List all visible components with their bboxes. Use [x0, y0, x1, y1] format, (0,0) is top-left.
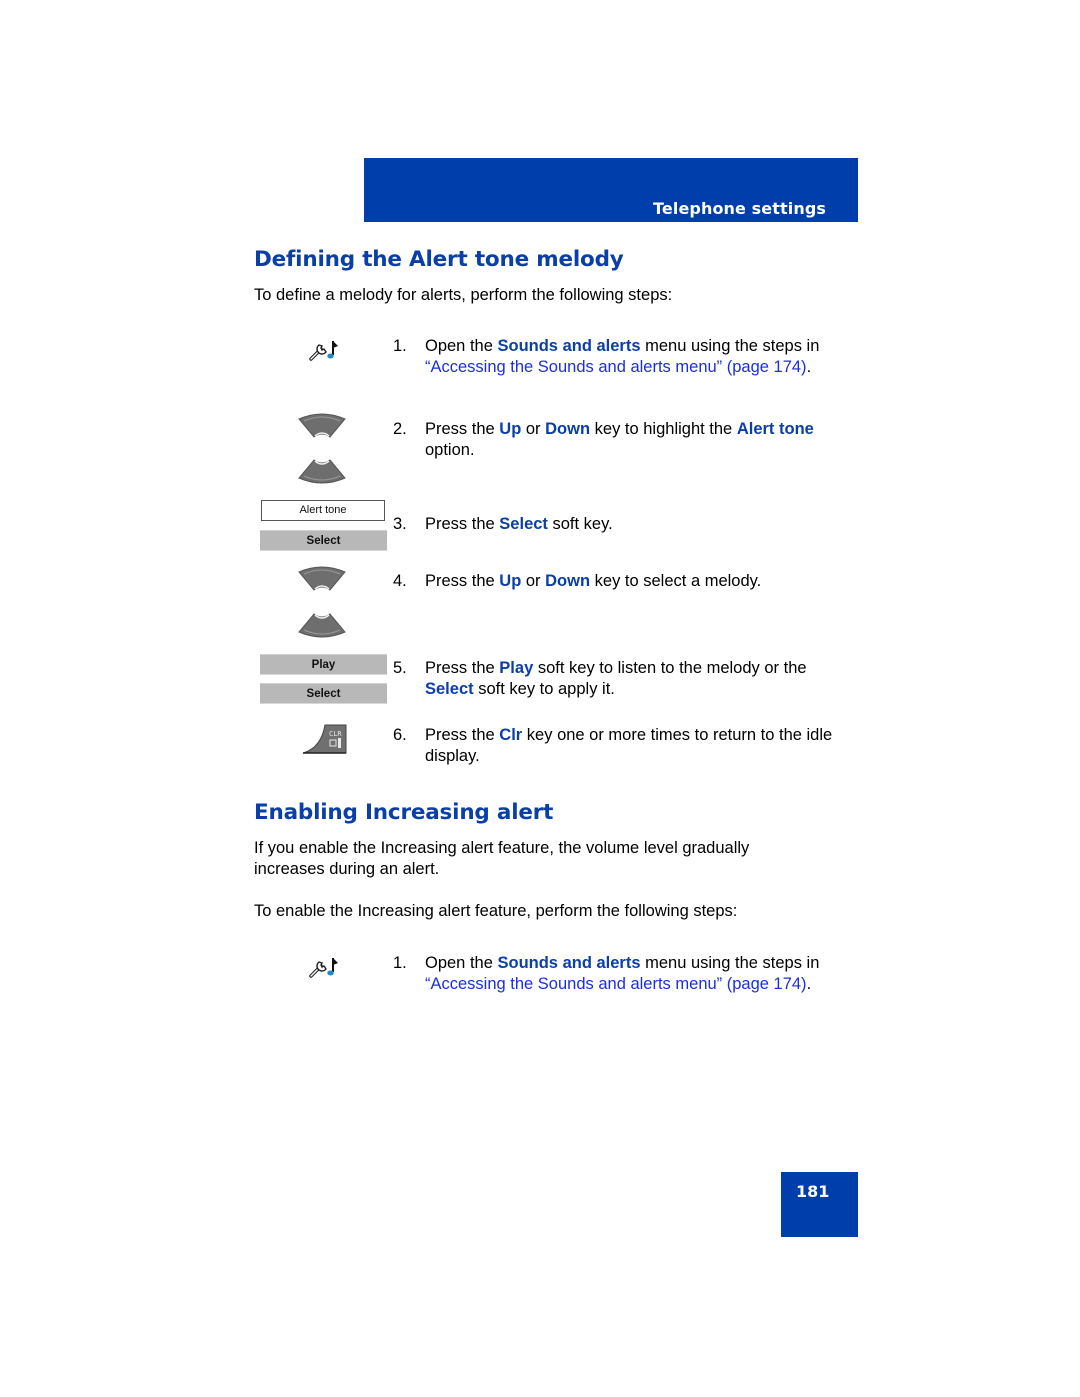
key-name-up: Up — [499, 572, 522, 590]
up-key-icon — [298, 566, 346, 594]
link-accessing-sounds-alerts[interactable]: “Accessing the Sounds and alerts menu” (… — [425, 358, 807, 376]
key-name-up: Up — [499, 420, 522, 438]
step-text: Press the Up or Down key to select a mel… — [425, 571, 845, 592]
section-heading-increasing-alert: Enabling Increasing alert — [254, 800, 554, 825]
clr-key-label: CLR — [329, 730, 342, 738]
section-paragraph: If you enable the Increasing alert featu… — [254, 839, 750, 878]
text: Open the — [425, 954, 498, 972]
text: soft key to apply it. — [473, 680, 615, 698]
page-number-box: 181 — [781, 1172, 858, 1237]
text: option. — [425, 441, 475, 459]
text: soft key. — [547, 515, 613, 533]
text: Open the — [425, 337, 498, 355]
text: or — [521, 572, 546, 590]
text: . — [806, 975, 812, 993]
sounds-alerts-icon — [308, 337, 340, 363]
key-name-down: Down — [545, 420, 591, 438]
step-number: 2. — [393, 420, 407, 438]
section-intro: To define a melody for alerts, perform t… — [254, 286, 673, 304]
softkey-select: Select — [260, 530, 387, 551]
softkey-name-select: Select — [425, 680, 474, 698]
chapter-title: Telephone settings — [653, 199, 826, 218]
sounds-alerts-icon — [308, 954, 340, 980]
text: soft key to listen to the melody or the — [533, 659, 807, 677]
text: key to highlight the — [590, 420, 737, 438]
step-text: Open the Sounds and alerts menu using th… — [425, 953, 845, 995]
key-name-down: Down — [545, 572, 591, 590]
softkey-name-play: Play — [499, 659, 534, 677]
step-text: Press the Play soft key to listen to the… — [425, 658, 845, 700]
display-alert-tone: Alert tone — [261, 500, 385, 521]
text: Press the — [425, 572, 500, 590]
chapter-header-band: Telephone settings — [364, 158, 858, 222]
text: Press the — [425, 659, 500, 677]
option-name-alert-tone: Alert tone — [736, 420, 814, 438]
step-number: 4. — [393, 572, 407, 590]
step-number: 6. — [393, 726, 407, 744]
up-key-icon — [298, 413, 346, 441]
softkey-name-select: Select — [499, 515, 548, 533]
key-name-clr: Clr — [499, 726, 523, 744]
step-text: Open the Sounds and alerts menu using th… — [425, 336, 845, 378]
text: menu using the steps in — [640, 954, 820, 972]
section-heading-alert-tone: Defining the Alert tone melody — [254, 247, 624, 272]
step-text: Press the Clr key one or more times to r… — [425, 725, 845, 767]
step-number: 1. — [393, 337, 407, 355]
text: menu using the steps in — [640, 337, 820, 355]
text: Press the — [425, 515, 500, 533]
softkey-play: Play — [260, 654, 387, 675]
down-key-icon — [298, 456, 346, 484]
step-number: 3. — [393, 515, 407, 533]
clr-key-icon: CLR — [301, 724, 347, 754]
step-number: 1. — [393, 954, 407, 972]
link-accessing-sounds-alerts[interactable]: “Accessing the Sounds and alerts menu” (… — [425, 975, 807, 993]
step-text: Press the Select soft key. — [425, 514, 845, 535]
softkey-select: Select — [260, 683, 387, 704]
section-intro: To enable the Increasing alert feature, … — [254, 902, 738, 920]
menu-name-sounds-alerts: Sounds and alerts — [497, 954, 641, 972]
page-number: 181 — [796, 1182, 830, 1201]
step-number: 5. — [393, 659, 407, 677]
text: . — [806, 358, 812, 376]
step-text: Press the Up or Down key to highlight th… — [425, 419, 845, 461]
text: key to select a melody. — [590, 572, 762, 590]
down-key-icon — [298, 610, 346, 638]
text: or — [521, 420, 546, 438]
menu-name-sounds-alerts: Sounds and alerts — [497, 337, 641, 355]
text: Press the — [425, 420, 500, 438]
text: Press the — [425, 726, 500, 744]
